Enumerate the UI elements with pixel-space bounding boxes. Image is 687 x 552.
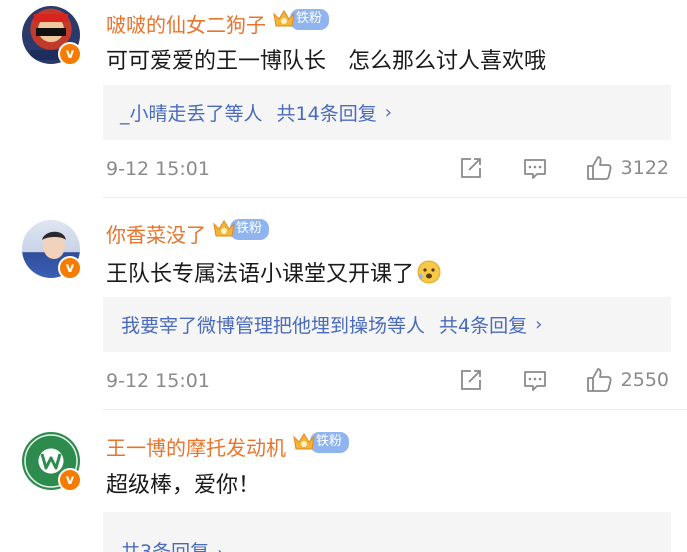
reply-count: 共4条回复 bbox=[439, 315, 528, 337]
timestamp: 9-12 15:01 bbox=[106, 158, 210, 180]
reply-count: 共3条回复 bbox=[121, 541, 210, 552]
verified-badge-icon: v bbox=[58, 42, 82, 66]
crown-icon bbox=[272, 8, 296, 30]
like-icon[interactable] bbox=[585, 154, 613, 182]
share-icon[interactable] bbox=[457, 154, 485, 182]
username[interactable]: 你香菜没了 铁粉 bbox=[106, 218, 270, 248]
reply-summary[interactable]: 我要宰了微博管理把他埋到操场等人 共4条回复 › bbox=[103, 297, 671, 352]
avatar[interactable]: v bbox=[22, 6, 82, 66]
fan-badge: 铁粉 bbox=[212, 218, 270, 240]
reply-summary[interactable]: _小晴走丢了等人 共14条回复 › bbox=[103, 85, 671, 140]
crown-icon bbox=[292, 431, 316, 453]
comment-text: 可可爱爱的王一博队长 怎么那么讨人喜欢哦 bbox=[106, 49, 547, 74]
fan-badge: 铁粉 bbox=[292, 431, 350, 453]
avatar[interactable]: v bbox=[22, 220, 82, 280]
like-count: 3122 bbox=[620, 157, 669, 179]
comment-text: 超级棒，爱你！ bbox=[106, 473, 261, 498]
like-icon[interactable] bbox=[585, 366, 613, 394]
crown-icon bbox=[212, 218, 236, 240]
reply-summary[interactable]: 共3条回复 › bbox=[103, 512, 671, 552]
chevron-right-icon: › bbox=[535, 314, 543, 335]
fan-badge: 铁粉 bbox=[272, 8, 330, 30]
divider bbox=[103, 197, 687, 198]
username[interactable]: 啵啵的仙女二狗子 铁粉 bbox=[106, 8, 330, 38]
comment-icon[interactable] bbox=[521, 366, 549, 394]
chevron-right-icon: › bbox=[217, 543, 224, 552]
emoji-icon bbox=[417, 260, 441, 284]
verified-badge-icon: v bbox=[58, 256, 82, 280]
reply-count: 共14条回复 bbox=[276, 103, 377, 125]
comment-icon[interactable] bbox=[521, 154, 549, 182]
chevron-right-icon: › bbox=[384, 102, 392, 123]
timestamp: 9-12 15:01 bbox=[106, 370, 210, 392]
avatar[interactable]: v bbox=[22, 432, 82, 492]
reply-users: _小晴走丢了等人 bbox=[120, 103, 263, 125]
verified-badge-icon: v bbox=[58, 468, 82, 492]
like-count: 2550 bbox=[620, 369, 669, 391]
reply-users: 我要宰了微博管理把他埋到操场等人 bbox=[121, 315, 426, 337]
divider bbox=[103, 409, 687, 410]
comment-text: 王队长专属法语小课堂又开课了 bbox=[106, 256, 442, 288]
username[interactable]: 王一博的摩托发动机 铁粉 bbox=[106, 431, 350, 461]
share-icon[interactable] bbox=[457, 366, 485, 394]
